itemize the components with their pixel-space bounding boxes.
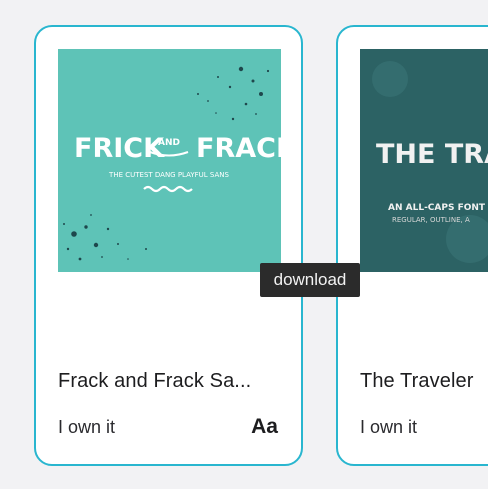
ownership-label: I own it (360, 417, 418, 437)
font-thumbnail[interactable]: THE TRAV AN ALL-CAPS FONT WITH REGULAR, … (360, 49, 488, 272)
font-gallery: FRICK AND FRACK THE CUTEST DANG PLAYFUL … (0, 0, 488, 489)
font-card-the-traveler[interactable]: THE TRAV AN ALL-CAPS FONT WITH REGULAR, … (336, 25, 488, 466)
font-preview-glyph[interactable]: Aa (251, 415, 278, 439)
font-card-frack-and-frack[interactable]: FRICK AND FRACK THE CUTEST DANG PLAYFUL … (34, 25, 303, 466)
ownership-label: I own it (58, 417, 116, 437)
thumb-headline-and: AND (158, 138, 180, 148)
thumb-styles: REGULAR, OUTLINE, A (392, 216, 470, 224)
thumb-headline-right: FRACK (196, 133, 281, 164)
download-tooltip: download (260, 263, 360, 297)
font-card-title[interactable]: Frack and Frack Sa... (58, 370, 251, 393)
thumb-headline: THE TRAV (376, 139, 488, 170)
font-thumbnail[interactable]: FRICK AND FRACK THE CUTEST DANG PLAYFUL … (58, 49, 281, 272)
thumb-tagline: AN ALL-CAPS FONT WITH (388, 203, 488, 213)
thumb-headline-left: FRICK (74, 133, 165, 164)
font-card-title[interactable]: The Traveler (360, 370, 473, 393)
thumb-tagline: THE CUTEST DANG PLAYFUL SANS (108, 171, 229, 179)
